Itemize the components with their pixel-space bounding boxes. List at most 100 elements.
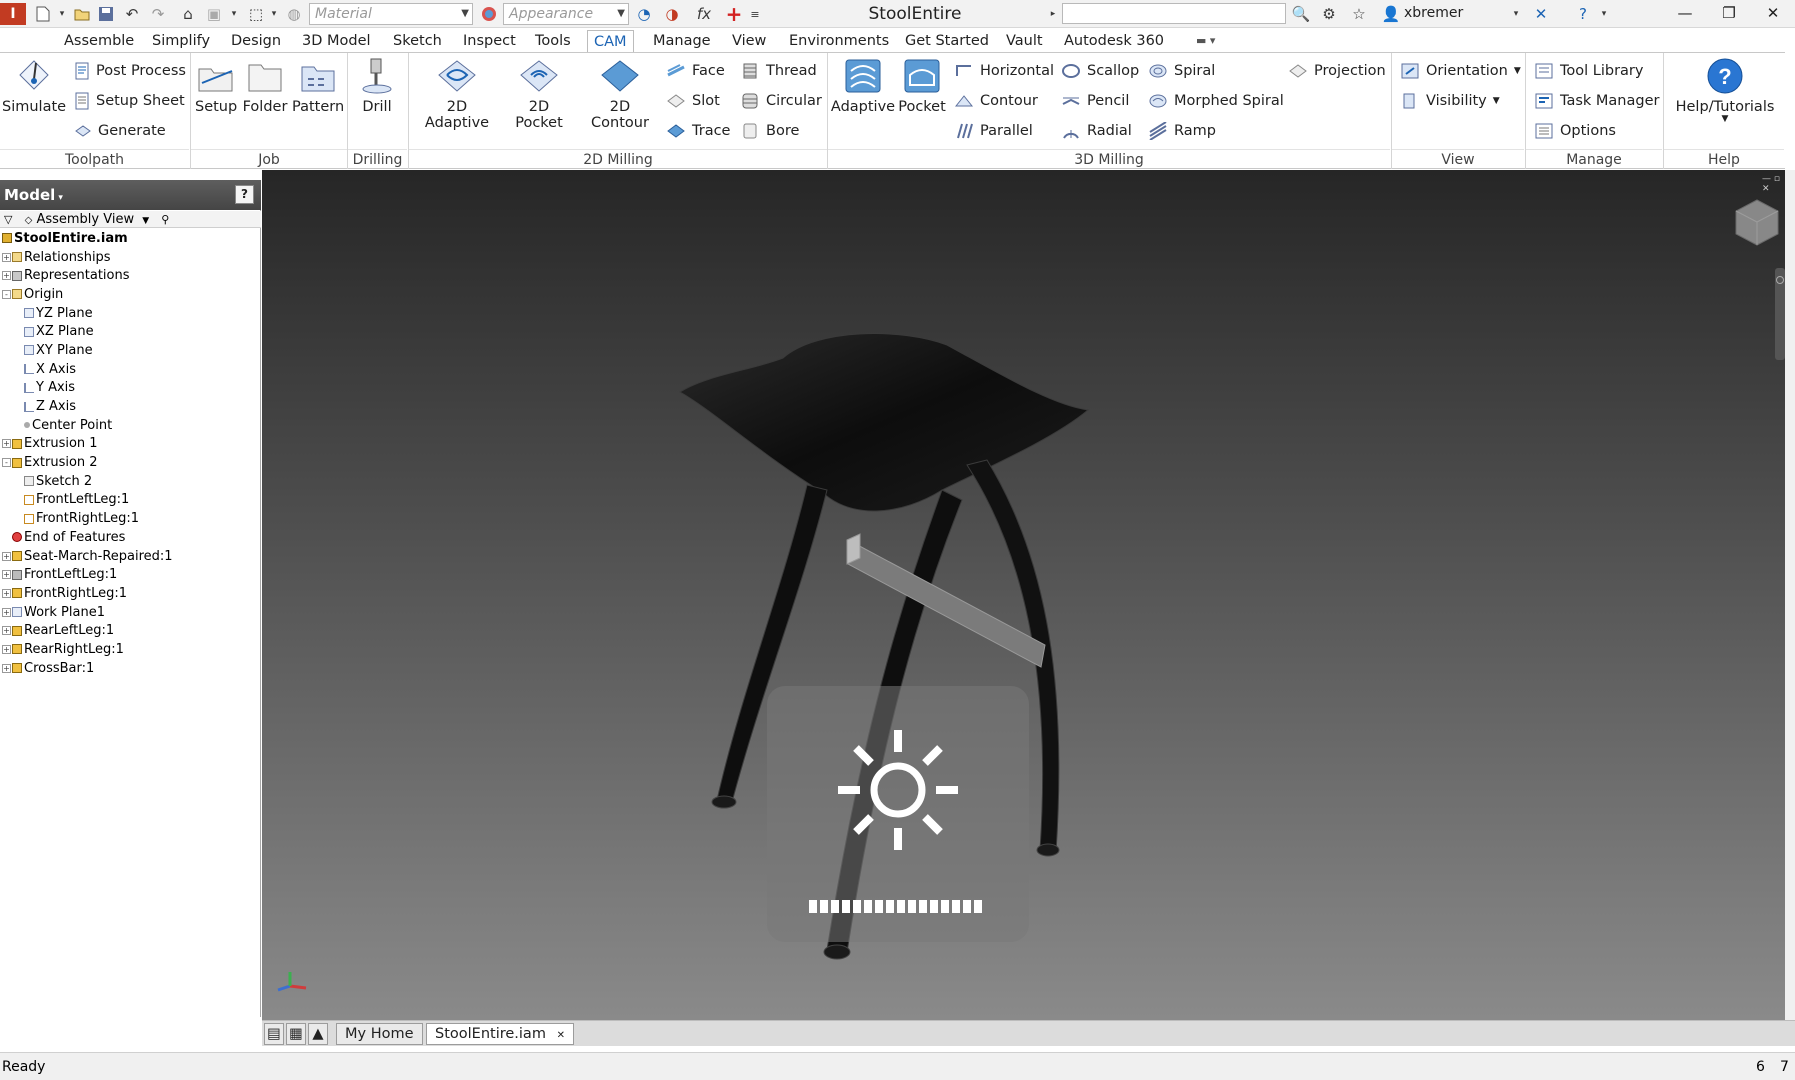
tree-node[interactable]: End of Features [0, 528, 260, 547]
tree-node[interactable]: + Relationships [0, 248, 260, 267]
search-icon[interactable]: 🔍 [1290, 3, 1312, 25]
new-file-icon[interactable] [30, 3, 56, 25]
orientation-button[interactable]: Orientation ▼ [1400, 59, 1521, 83]
add-icon[interactable]: + [722, 2, 746, 26]
drill-button[interactable]: Drill [352, 57, 402, 145]
3d-pocket-button[interactable]: Pocket [898, 57, 946, 145]
color-override-icon[interactable]: ◍ [282, 3, 306, 25]
trace-button[interactable]: Trace [666, 119, 730, 143]
expand-icon[interactable]: + [2, 551, 11, 561]
tab-environments[interactable]: Environments [783, 30, 895, 52]
redo-icon[interactable]: ↷ [146, 3, 170, 25]
user-dropdown-icon[interactable]: ▾ [1510, 3, 1522, 25]
tile-windows-icon[interactable]: ▦ [286, 1023, 306, 1045]
slot-button[interactable]: Slot [666, 89, 720, 113]
view-dropdown-icon[interactable]: ▼ [142, 216, 149, 226]
select-filter-icon[interactable]: ⬚ [244, 3, 268, 25]
material-dropdown[interactable]: Material ▼ [309, 3, 473, 25]
help-dropdown-icon[interactable]: ▾ [1598, 3, 1610, 25]
favorites-star-icon[interactable]: ☆ [1348, 3, 1370, 25]
tree-node[interactable]: - Extrusion 2 [0, 453, 260, 472]
save-icon[interactable] [94, 3, 118, 25]
exchange-apps-icon[interactable]: ✕ [1528, 3, 1554, 25]
tab-my-home[interactable]: My Home [336, 1023, 423, 1045]
tab-view[interactable]: View [726, 30, 772, 52]
new-dropdown-icon[interactable]: ▾ [56, 3, 68, 25]
assembly-view-label[interactable]: Assembly View [36, 212, 134, 227]
steering-wheel-icon[interactable] [1776, 276, 1784, 284]
user-icon[interactable]: 👤 [1380, 3, 1402, 25]
setup-sheet-button[interactable]: Setup Sheet [74, 89, 185, 113]
tab-manage[interactable]: Manage [647, 30, 717, 52]
tool-library-button[interactable]: Tool Library [1534, 59, 1643, 83]
restore-button[interactable]: ❐ [1708, 0, 1750, 28]
radial-button[interactable]: Radial [1061, 119, 1132, 143]
subscription-icon[interactable]: ⚙ [1318, 3, 1340, 25]
face-button[interactable]: Face [666, 59, 725, 83]
options-button[interactable]: Options [1534, 119, 1616, 143]
viewport-window-controls[interactable]: — ▫ ✕ [1762, 174, 1785, 194]
customize-dropdown-icon[interactable]: ≡ [748, 3, 762, 25]
minimize-button[interactable]: — [1664, 0, 1706, 28]
tab-assemble[interactable]: Assemble [58, 30, 140, 52]
parameters-icon[interactable]: fx [692, 3, 716, 25]
spiral-button[interactable]: Spiral [1148, 59, 1215, 83]
update-icon[interactable]: ▣ [202, 3, 226, 25]
close-tab-icon[interactable]: ✕ [557, 1030, 565, 1041]
expand-icon[interactable]: + [2, 570, 11, 580]
tree-node[interactable]: X Axis [0, 360, 260, 379]
filter-icon[interactable]: ▽ [4, 213, 12, 226]
find-binoculars-icon[interactable]: ⚲ [161, 213, 169, 226]
tree-node[interactable]: + Extrusion 1 [0, 435, 260, 454]
2d-contour-button[interactable]: 2D Contour [579, 57, 661, 145]
view-cube[interactable] [1734, 198, 1780, 246]
measure-icon[interactable]: ◔ [632, 3, 656, 25]
scallop-button[interactable]: Scallop [1061, 59, 1139, 83]
tree-node[interactable]: YZ Plane [0, 304, 260, 323]
expand-icon[interactable]: + [2, 607, 11, 617]
tree-node[interactable]: Y Axis [0, 379, 260, 398]
tree-node[interactable]: + Representations [0, 266, 260, 285]
ribbon-display-toggle-icon[interactable]: ▬ ▾ [1190, 30, 1221, 52]
tree-node[interactable]: + FrontLeftLeg:1 [0, 565, 260, 584]
simulate-button[interactable]: Simulate [2, 57, 66, 145]
tree-node[interactable]: FrontRightLeg:1 [0, 509, 260, 528]
tab-get-started[interactable]: Get Started [899, 30, 995, 52]
tree-node[interactable]: + RearRightLeg:1 [0, 640, 260, 659]
2d-adaptive-button[interactable]: 2D Adaptive [414, 57, 500, 145]
tab-sketch[interactable]: Sketch [387, 30, 448, 52]
pattern-button[interactable]: Pattern [292, 57, 344, 145]
setup-button[interactable]: Setup [195, 57, 237, 145]
tree-node[interactable]: - Origin [0, 285, 260, 304]
tree-node[interactable]: Sketch 2 [0, 472, 260, 491]
tree-node[interactable]: Center Point [0, 416, 260, 435]
collapse-icon[interactable]: - [2, 458, 11, 468]
appearance-dropdown[interactable]: Appearance ▼ [503, 3, 629, 25]
morphed-spiral-button[interactable]: Morphed Spiral [1148, 89, 1284, 113]
contour-button[interactable]: Contour [954, 89, 1038, 113]
search-input[interactable] [1062, 3, 1286, 24]
ramp-button[interactable]: Ramp [1148, 119, 1216, 143]
expand-icon[interactable]: + [2, 252, 11, 262]
help-tutorials-button[interactable]: ? Help/Tutorials ▼ [1670, 57, 1780, 145]
folder-button[interactable]: Folder [242, 57, 288, 145]
model-dropdown-icon[interactable]: ▾ [55, 193, 63, 203]
tree-node[interactable]: XZ Plane [0, 322, 260, 341]
circular-button[interactable]: Circular [740, 89, 822, 113]
collapse-icon[interactable]: - [2, 289, 11, 299]
expand-icon[interactable]: + [2, 644, 11, 654]
tab-tools[interactable]: Tools [529, 30, 577, 52]
update-dropdown-icon[interactable]: ▾ [228, 3, 240, 25]
tree-node[interactable]: + FrontRightLeg:1 [0, 584, 260, 603]
tree-node[interactable]: FrontLeftLeg:1 [0, 491, 260, 510]
select-dropdown-icon[interactable]: ▾ [268, 3, 280, 25]
tab-cam[interactable]: CAM [587, 30, 634, 52]
tab-autodesk-360[interactable]: Autodesk 360 [1058, 30, 1170, 52]
tab-3d-model[interactable]: 3D Model [296, 30, 377, 52]
tree-node[interactable]: StoolEntire.iam [0, 229, 260, 248]
cascade-windows-icon[interactable]: ▤ [264, 1023, 284, 1045]
tab-simplify[interactable]: Simplify [146, 30, 216, 52]
model-browser-header[interactable]: Model ▾ ? [0, 180, 261, 210]
appearance-ball-icon[interactable] [478, 3, 500, 25]
viewport-scrollbar[interactable] [1785, 170, 1795, 1020]
